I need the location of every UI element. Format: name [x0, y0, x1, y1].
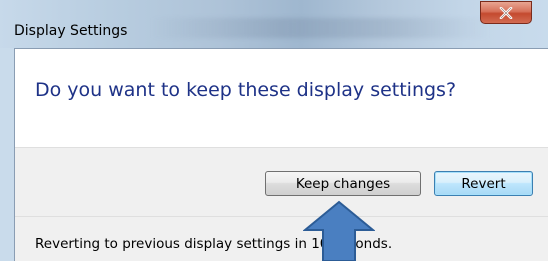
keep-changes-button[interactable]: Keep changes — [265, 171, 421, 196]
keep-changes-label: Keep changes — [295, 175, 391, 192]
window-title: Display Settings — [14, 23, 128, 39]
title-bar[interactable]: Display Settings — [0, 0, 548, 48]
title-bar-background-blur — [150, 18, 490, 38]
message-panel: Do you want to keep these display settin… — [15, 49, 548, 148]
keep-settings-question: Do you want to keep these display settin… — [35, 79, 457, 101]
revert-label: Revert — [461, 175, 506, 192]
status-divider — [15, 216, 548, 217]
revert-button[interactable]: Revert — [434, 171, 533, 196]
display-settings-dialog: Display Settings Do you want to keep the… — [0, 0, 548, 261]
close-button[interactable] — [480, 1, 532, 24]
close-icon — [499, 6, 513, 19]
dialog-client-area: Do you want to keep these display settin… — [14, 48, 548, 261]
up-arrow-icon — [303, 200, 375, 261]
